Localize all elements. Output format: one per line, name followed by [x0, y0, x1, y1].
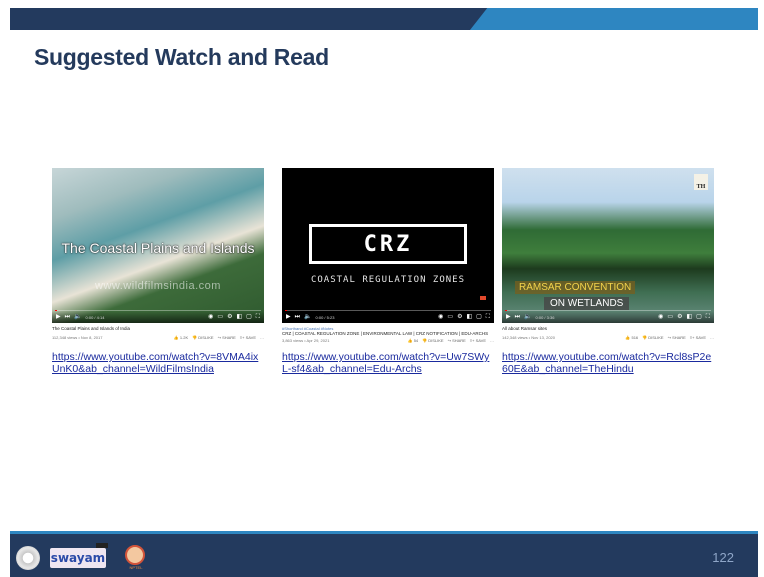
settings-icon[interactable]: ⚙: [457, 314, 462, 320]
player-controls: ▶ ⏭ 🔈 0:00 / 3:36 ◉ ▭ ⚙ ◧ ▢ ⛶: [502, 311, 714, 323]
dislike-button[interactable]: 👎 DISLIKE: [642, 335, 663, 340]
captions-icon[interactable]: ▭: [667, 314, 673, 320]
video-link[interactable]: https://www.youtube.com/watch?v=Uw7SWyL-…: [282, 351, 494, 375]
like-button[interactable]: 👍 1.2K: [174, 335, 188, 340]
channel-logo-icon: [480, 296, 486, 300]
dislike-button[interactable]: 👎 DISLIKE: [192, 335, 213, 340]
like-button[interactable]: 👍 54: [408, 338, 419, 343]
theater-icon[interactable]: ▢: [476, 314, 482, 320]
theater-icon[interactable]: ▢: [696, 314, 702, 320]
slide-title: Suggested Watch and Read: [34, 44, 329, 70]
swayam-logo: swayam: [50, 548, 106, 568]
settings-icon[interactable]: ⚙: [677, 314, 682, 320]
captions-icon[interactable]: ▭: [447, 314, 453, 320]
video-title: All about Ramsar sites: [502, 326, 548, 331]
thumbnail-overlay-text: The Coastal Plains and Islands: [61, 240, 255, 256]
video-meta: The Coastal Plains and Islands of India …: [52, 323, 264, 351]
next-icon[interactable]: ⏭: [65, 314, 70, 320]
video-thumbnail[interactable]: CRZ COASTAL REGULATION ZONES ▶ ⏭ 🔈 0:00 …: [282, 168, 494, 323]
institute-logo-icon: [16, 546, 40, 570]
more-icon[interactable]: …: [260, 335, 264, 340]
page-number: 122: [712, 550, 734, 565]
miniplayer-icon[interactable]: ◧: [236, 314, 242, 320]
fullscreen-icon[interactable]: ⛶: [706, 314, 710, 320]
next-icon[interactable]: ⏭: [295, 314, 300, 320]
next-icon[interactable]: ⏭: [515, 314, 520, 320]
action-bar: 👍 54 👎 DISLIKE ↪ SHARE ≡+ SAVE …: [408, 338, 494, 343]
time-display: 0:00 / 3:36: [535, 314, 555, 320]
view-count: 142,348 views • Nov 13, 2020: [502, 335, 555, 340]
thumbnail-overlay-text: RAMSAR CONVENTION: [515, 281, 636, 294]
save-button[interactable]: ≡+ SAVE: [690, 335, 706, 340]
miniplayer-icon[interactable]: ◧: [466, 314, 472, 320]
view-count: 112,348 views • Nov 8, 2017: [52, 335, 103, 340]
thumbnail-overlay-text: CRZ: [309, 224, 467, 264]
autoplay-toggle-icon[interactable]: ◉: [438, 314, 443, 320]
theater-icon[interactable]: ▢: [246, 314, 252, 320]
video-link[interactable]: https://www.youtube.com/watch?v=8VMA4ixU…: [52, 351, 264, 375]
video-card-crz: CRZ COASTAL REGULATION ZONES ▶ ⏭ 🔈 0:00 …: [282, 168, 494, 375]
footer-banner: [10, 531, 758, 577]
view-count: 3,863 views • Apr 29, 2021: [282, 338, 330, 343]
the-hindu-logo: TH: [694, 174, 708, 190]
action-bar: 👍 1.2K 👎 DISLIKE ↪ SHARE ≡+ SAVE …: [174, 335, 264, 340]
fullscreen-icon[interactable]: ⛶: [256, 314, 260, 320]
autoplay-toggle-icon[interactable]: ◉: [208, 314, 213, 320]
player-controls: ▶ ⏭ 🔈 0:00 / 4:14 ◉ ▭ ⚙ ◧ ▢ ⛶: [52, 311, 264, 323]
captions-icon[interactable]: ▭: [217, 314, 223, 320]
thumbnail-overlay-subtext: ON WETLANDS: [544, 297, 630, 310]
nptel-emblem-icon: [125, 545, 145, 565]
nptel-logo: NPTEL: [125, 545, 147, 571]
like-button[interactable]: 👍 516: [625, 335, 638, 340]
miniplayer-icon[interactable]: ◧: [686, 314, 692, 320]
slide: Suggested Watch and Read The Coastal Pla…: [0, 0, 764, 577]
save-button[interactable]: ≡+ SAVE: [240, 335, 256, 340]
time-display: 0:00 / 5:23: [315, 314, 335, 320]
thumbnail-subtitle: COASTAL REGULATION ZONES: [310, 275, 466, 285]
play-icon[interactable]: ▶: [286, 314, 291, 320]
play-icon[interactable]: ▶: [506, 314, 511, 320]
footer-accent-line: [10, 531, 758, 534]
video-title: The Coastal Plains and Islands of India: [52, 326, 131, 331]
share-button[interactable]: ↪ SHARE: [218, 335, 236, 340]
play-icon[interactable]: ▶: [56, 314, 61, 320]
save-button[interactable]: ≡+ SAVE: [470, 338, 486, 343]
top-banner-accent: [470, 8, 758, 30]
thumbnail-watermark: www.wildfilmsindia.com: [95, 280, 221, 292]
action-bar: 👍 516 👎 DISLIKE ↪ SHARE ≡+ SAVE …: [625, 335, 714, 340]
video-thumbnail[interactable]: TH RAMSAR CONVENTION ON WETLANDS ▶ ⏭ 🔈 0…: [502, 168, 714, 323]
time-display: 0:00 / 4:14: [85, 314, 105, 320]
video-meta: #Shorthand #Coastal #Notes CRZ | COASTAL…: [282, 323, 494, 351]
volume-icon[interactable]: 🔈: [304, 314, 311, 320]
share-button[interactable]: ↪ SHARE: [668, 335, 686, 340]
video-title: CRZ | COASTAL REGULATION ZONE | ENVIRONM…: [282, 331, 489, 336]
settings-icon[interactable]: ⚙: [227, 314, 232, 320]
volume-icon[interactable]: 🔈: [74, 314, 81, 320]
video-card-ramsar: TH RAMSAR CONVENTION ON WETLANDS ▶ ⏭ 🔈 0…: [502, 168, 714, 375]
video-thumbnail[interactable]: The Coastal Plains and Islands www.wildf…: [52, 168, 264, 323]
video-meta: All about Ramsar sites 142,348 views • N…: [502, 323, 714, 351]
player-controls: ▶ ⏭ 🔈 0:00 / 5:23 ◉ ▭ ⚙ ◧ ▢ ⛶: [282, 311, 494, 323]
dislike-button[interactable]: 👎 DISLIKE: [422, 338, 443, 343]
more-icon[interactable]: …: [710, 335, 714, 340]
fullscreen-icon[interactable]: ⛶: [486, 314, 490, 320]
video-link[interactable]: https://www.youtube.com/watch?v=Rcl8sP2e…: [502, 351, 714, 375]
more-icon[interactable]: …: [490, 338, 494, 343]
volume-icon[interactable]: 🔈: [524, 314, 531, 320]
graduation-cap-icon: [96, 543, 108, 548]
autoplay-toggle-icon[interactable]: ◉: [658, 314, 663, 320]
video-card-coastal-plains: The Coastal Plains and Islands www.wildf…: [52, 168, 264, 375]
share-button[interactable]: ↪ SHARE: [448, 338, 466, 343]
